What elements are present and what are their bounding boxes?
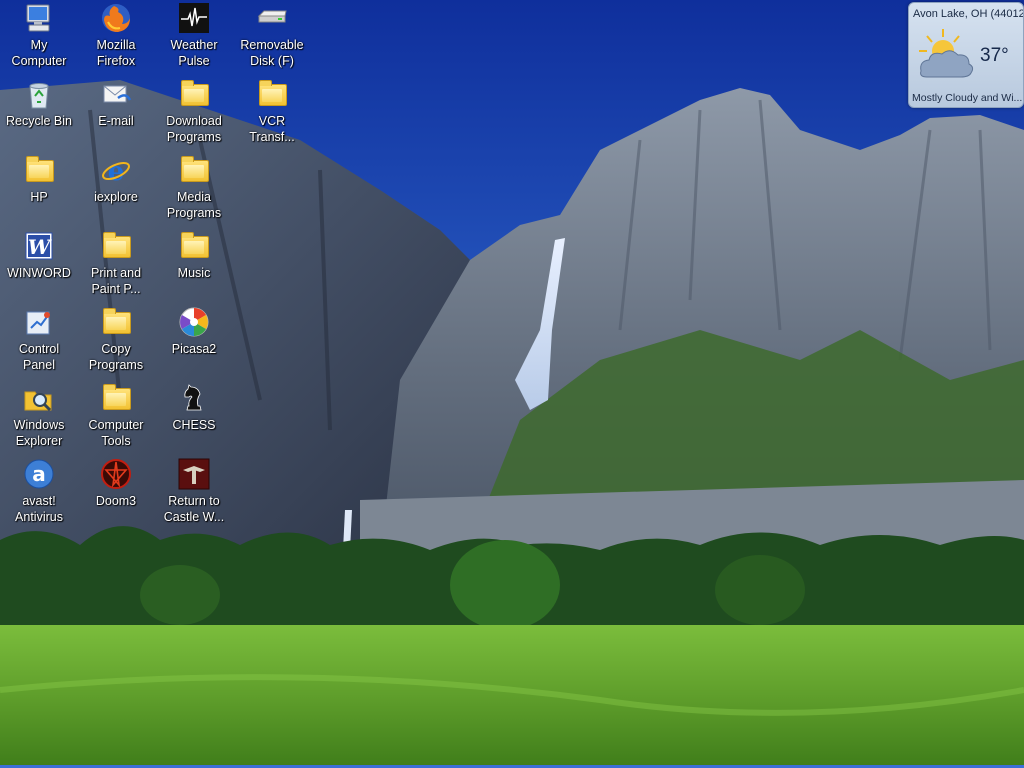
desktop-icon-label: HP <box>30 190 48 204</box>
desktop-icon-media-programs[interactable]: Media Programs <box>155 153 233 225</box>
desktop-icon-label: Print and Paint P... <box>90 266 142 296</box>
folder-icon <box>178 78 210 110</box>
email-icon <box>103 85 132 103</box>
desktop-icon-windows-explorer[interactable]: Windows Explorer <box>0 381 78 453</box>
folder-icon <box>256 78 288 110</box>
desktop-icon-my-computer[interactable]: My Computer <box>0 1 78 73</box>
my-computer-icon <box>26 4 50 32</box>
desktop-icon-label: Media Programs <box>166 190 222 220</box>
removable-disk-icon <box>257 10 287 23</box>
desktop-icon-email[interactable]: E-mail <box>77 77 155 149</box>
desktop-icon-label: Weather Pulse <box>170 38 218 68</box>
desktop-icon-avast-antivirus[interactable]: a avast! Antivirus <box>0 457 78 529</box>
weather-temperature: 37° <box>980 45 1009 66</box>
avast-icon: a <box>24 459 54 489</box>
desktop-icon-print-and-paint[interactable]: Print and Paint P... <box>77 229 155 301</box>
word-icon: W <box>25 232 53 260</box>
desktop-icon-area: My Computer Mozilla Firefox Weather Puls… <box>0 0 320 540</box>
folder-icon <box>100 230 132 262</box>
folder-icon <box>100 382 132 414</box>
desktop-icon-label: Removable Disk (F) <box>240 38 304 68</box>
desktop-icon-label: Recycle Bin <box>6 114 72 128</box>
desktop-icon-doom3[interactable]: Doom3 <box>77 457 155 529</box>
recycle-bin-icon <box>29 83 49 109</box>
desktop-icon-label: E-mail <box>98 114 134 128</box>
desktop-icon-chess[interactable]: CHESS <box>155 381 233 453</box>
desktop-icon-label: VCR Transf... <box>249 114 295 144</box>
chess-knight-icon <box>184 384 202 411</box>
svg-text:a: a <box>32 462 46 486</box>
weather-location: Avon Lake, OH (44012) <box>913 8 1024 20</box>
folder-icon <box>178 154 210 186</box>
svg-text:e: e <box>108 157 125 186</box>
desktop-icon-label: CHESS <box>172 418 216 432</box>
desktop-icon-mozilla-firefox[interactable]: Mozilla Firefox <box>77 1 155 73</box>
folder-icon <box>23 154 55 186</box>
desktop-icon-recycle-bin[interactable]: Recycle Bin <box>0 77 78 149</box>
firefox-icon <box>102 4 130 32</box>
partly-cloudy-sun-icon <box>919 29 974 78</box>
desktop-icon-label: WINWORD <box>7 266 71 280</box>
desktop-icon-music[interactable]: Music <box>155 229 233 301</box>
desktop-icon-label: Mozilla Firefox <box>96 38 136 68</box>
picasa-icon <box>179 307 209 337</box>
desktop-icon-label: Download Programs <box>166 114 222 144</box>
desktop-icon-download-programs[interactable]: Download Programs <box>155 77 233 149</box>
desktop-icon-removable-disk[interactable]: Removable Disk (F) <box>233 1 311 73</box>
castle-wolfenstein-icon <box>178 458 210 490</box>
internet-explorer-icon: e <box>102 157 130 186</box>
svg-text:W: W <box>28 235 53 259</box>
weather-gadget[interactable]: Avon Lake, OH (44012) 37° Mostly Cloudy … <box>908 2 1024 108</box>
desktop-icon-return-to-castle-wolfenstein[interactable]: Return to Castle W... <box>155 457 233 529</box>
folder-icon <box>100 306 132 338</box>
weather-condition: Mostly Cloudy and Wi... <box>912 92 1023 104</box>
windows-explorer-icon <box>24 391 52 412</box>
desktop-icon-label: Return to Castle W... <box>163 494 225 524</box>
desktop-icon-label: Picasa2 <box>171 342 217 356</box>
desktop-icon-label: Windows Explorer <box>13 418 65 448</box>
desktop-icon-label: Music <box>177 266 211 280</box>
doom3-icon <box>101 459 131 489</box>
desktop-icon-control-panel[interactable]: Control Panel <box>0 305 78 377</box>
desktop-icon-label: Copy Programs <box>88 342 144 372</box>
control-panel-icon <box>26 311 50 335</box>
desktop-icon-label: Control Panel <box>18 342 60 372</box>
desktop-icon-label: My Computer <box>11 38 67 68</box>
desktop-icon-hp[interactable]: HP <box>0 153 78 225</box>
desktop-icon-winword[interactable]: W WINWORD <box>0 229 78 301</box>
desktop-icon-label: iexplore <box>94 190 138 204</box>
desktop-icon-iexplore[interactable]: e iexplore <box>77 153 155 225</box>
desktop-icon-copy-programs[interactable]: Copy Programs <box>77 305 155 377</box>
desktop-icon-weather-pulse[interactable]: Weather Pulse <box>155 1 233 73</box>
folder-icon <box>178 230 210 262</box>
desktop-icon-label: Computer Tools <box>88 418 144 448</box>
desktop-icon-computer-tools[interactable]: Computer Tools <box>77 381 155 453</box>
desktop-icon-vcr-transfer[interactable]: VCR Transf... <box>233 77 311 149</box>
desktop-icon-picasa2[interactable]: Picasa2 <box>155 305 233 377</box>
desktop-icon-label: avast! Antivirus <box>15 494 63 524</box>
desktop-icon-label: Doom3 <box>95 494 137 508</box>
weather-pulse-icon <box>179 3 209 33</box>
